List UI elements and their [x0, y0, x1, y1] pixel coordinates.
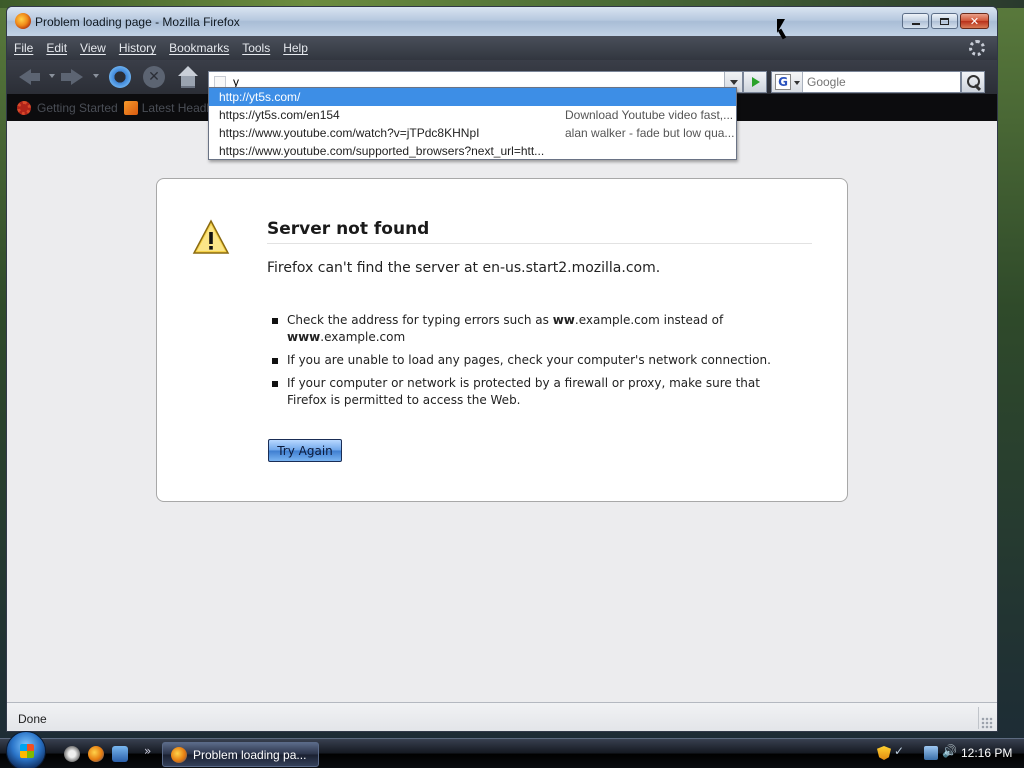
volume-icon[interactable]: 🔊 [942, 744, 957, 758]
menu-tools[interactable]: Tools [242, 41, 270, 55]
menu-edit[interactable]: Edit [46, 41, 67, 55]
error-title: Server not found [267, 219, 812, 244]
title-bar[interactable]: Problem loading page - Mozilla Firefox ✕ [7, 7, 997, 36]
menu-bookmarks[interactable]: Bookmarks [169, 41, 229, 55]
autocomplete-row[interactable]: https://yt5s.com/en154 Download Youtube … [209, 106, 736, 124]
menu-history[interactable]: History [119, 41, 156, 55]
close-icon: ✕ [969, 14, 980, 28]
status-bar: Done [7, 702, 997, 731]
firefox-icon [15, 13, 31, 29]
network-icon[interactable] [924, 746, 938, 760]
switch-windows-icon[interactable] [112, 746, 128, 762]
windows-logo-icon [20, 744, 34, 758]
url-autocomplete-popup: http://yt5s.com/ https://yt5s.com/en154 … [208, 87, 737, 160]
quicklaunch-more-button[interactable]: » [144, 744, 151, 758]
firefox-icon [171, 746, 187, 763]
firefox-quicklaunch-icon[interactable] [88, 746, 104, 762]
taskbar: » Problem loading pa... ✓ 🔊 12:16 PM [0, 731, 1024, 768]
throbber-icon [969, 40, 985, 56]
search-button[interactable] [961, 71, 985, 93]
suggestion-item: Check the address for typing errors such… [272, 312, 772, 346]
reload-button[interactable] [109, 66, 131, 88]
search-engine-selector[interactable]: G [772, 72, 803, 92]
search-bar[interactable]: G [771, 71, 961, 93]
window-title: Problem loading page - Mozilla Firefox [35, 15, 240, 29]
autocomplete-url: https://www.youtube.com/supported_browse… [219, 144, 545, 158]
show-desktop-icon[interactable] [64, 746, 80, 762]
taskbar-firefox-button[interactable]: Problem loading pa... [162, 742, 319, 767]
go-button[interactable] [743, 71, 767, 93]
firefox-window: Problem loading page - Mozilla Firefox ✕… [6, 6, 998, 732]
menu-view[interactable]: View [80, 41, 106, 55]
autocomplete-row[interactable]: https://www.youtube.com/supported_browse… [209, 142, 736, 160]
menu-help[interactable]: Help [283, 41, 308, 55]
error-panel: Server not found Firefox can't find the … [156, 178, 848, 502]
back-history-dropdown-icon[interactable] [49, 74, 55, 78]
warning-icon [192, 219, 230, 254]
maximize-button[interactable] [931, 13, 958, 29]
minimize-button[interactable] [902, 13, 929, 29]
status-text: Done [18, 712, 47, 726]
window-controls: ✕ [902, 13, 989, 29]
security-shield-icon[interactable] [877, 746, 891, 760]
search-input[interactable] [807, 74, 957, 90]
gear-icon [17, 100, 31, 115]
stop-button[interactable]: ✕ [143, 66, 165, 88]
google-logo-icon: G [775, 74, 791, 90]
bookmark-label: Getting Started [37, 100, 118, 115]
autocomplete-title: Download Youtube video fast,... [565, 108, 734, 122]
maximize-icon [940, 17, 949, 25]
home-button[interactable] [177, 66, 199, 88]
bookmark-getting-started[interactable]: Getting Started [17, 100, 118, 115]
resize-grip-icon[interactable] [981, 717, 993, 729]
autocomplete-row[interactable]: http://yt5s.com/ [209, 88, 736, 106]
taskbar-button-label: Problem loading pa... [193, 747, 307, 762]
clock[interactable]: 12:16 PM [961, 746, 1012, 760]
close-button[interactable]: ✕ [960, 13, 989, 29]
status-divider [978, 707, 979, 729]
autocomplete-title: alan walker - fade but low qua... [565, 126, 735, 140]
suggestion-item: If your computer or network is protected… [272, 375, 772, 409]
autocomplete-url: https://yt5s.com/en154 [219, 108, 340, 122]
page-content: Server not found Firefox can't find the … [7, 121, 997, 702]
minimize-icon [911, 22, 920, 25]
forward-button[interactable] [61, 66, 83, 88]
menu-bar: File Edit View History Bookmarks Tools H… [7, 36, 997, 60]
autocomplete-url: http://yt5s.com/ [219, 90, 301, 104]
back-button[interactable] [19, 66, 41, 88]
try-again-button[interactable]: Try Again [268, 439, 342, 462]
system-tray: ✓ 🔊 12:16 PM [860, 739, 1024, 768]
checkmark-icon[interactable]: ✓ [894, 744, 908, 758]
rss-icon [123, 100, 138, 115]
start-button[interactable] [6, 731, 46, 768]
suggestion-list: Check the address for typing errors such… [272, 312, 772, 415]
autocomplete-row[interactable]: https://www.youtube.com/watch?v=jTPdc8KH… [209, 124, 736, 142]
error-description: Firefox can't find the server at en-us.s… [267, 260, 661, 276]
suggestion-item: If you are unable to load any pages, che… [272, 352, 772, 369]
forward-history-dropdown-icon[interactable] [93, 74, 99, 78]
autocomplete-url: https://www.youtube.com/watch?v=jTPdc8KH… [219, 126, 480, 140]
menu-file[interactable]: File [14, 41, 33, 55]
